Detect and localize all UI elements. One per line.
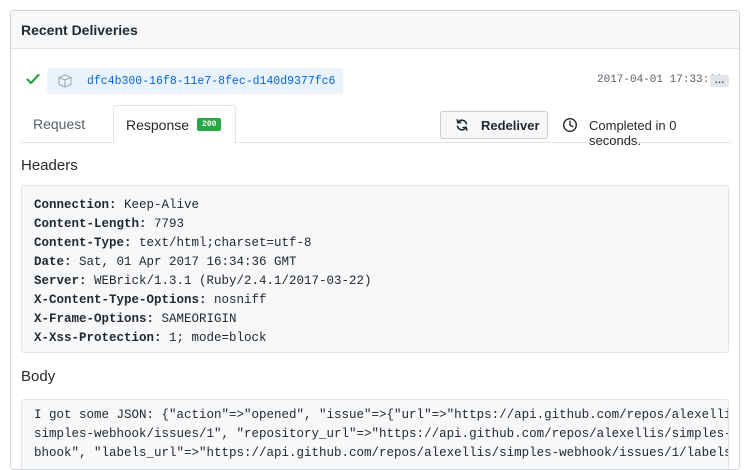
more-button[interactable]: … xyxy=(710,75,729,87)
panel-title: Recent Deliveries xyxy=(11,11,739,49)
headers-code-block: Connection: Keep-Alive Content-Length: 7… xyxy=(21,185,729,353)
header-line: Connection: Keep-Alive xyxy=(34,196,716,215)
delivery-row[interactable]: dfc4b300-16f8-11e7-8fec-d140d9377fc6 201… xyxy=(11,67,739,95)
header-value: Keep-Alive xyxy=(116,198,200,212)
header-line: X-Frame-Options: SAMEORIGIN xyxy=(34,310,716,329)
header-value: 7793 xyxy=(146,217,185,231)
header-line: Date: Sat, 01 Apr 2017 16:34:36 GMT xyxy=(34,253,716,272)
header-value: WEBrick/1.3.1 (Ruby/2.4.1/2017-03-22) xyxy=(86,274,372,288)
header-key: X-Frame-Options: xyxy=(34,312,155,326)
delivery-guid[interactable]: dfc4b300-16f8-11e7-8fec-d140d9377fc6 xyxy=(87,75,335,88)
header-line: X-Xss-Protection: 1; mode=block xyxy=(34,329,716,348)
header-key: Content-Type: xyxy=(34,236,132,250)
redeliver-button[interactable]: Redeliver xyxy=(440,111,548,139)
delivery-tabs: Request Response 200 Redeliver Completed… xyxy=(21,105,731,148)
body-line: bhook", "labels_url"=>"https://api.githu… xyxy=(34,446,729,460)
delivery-timestamp: 2017-04-01 17:33:02 xyxy=(597,74,723,86)
package-icon xyxy=(58,74,72,88)
header-line: Content-Length: 7793 xyxy=(34,215,716,234)
tab-response[interactable]: Response 200 xyxy=(113,105,236,144)
header-key: Connection: xyxy=(34,198,117,212)
header-value: 1; mode=block xyxy=(161,331,267,345)
body-line: I got some JSON: {"action"=>"opened", "i… xyxy=(34,408,729,422)
clock-icon xyxy=(562,117,578,133)
header-value: nosniff xyxy=(206,293,267,307)
header-line: Content-Type: text/html;charset=utf-8 xyxy=(34,234,716,253)
body-code-block: I got some JSON: {"action"=>"opened", "i… xyxy=(21,399,729,469)
body-heading: Body xyxy=(21,368,56,385)
headers-heading: Headers xyxy=(21,157,78,174)
delivery-guid-link[interactable]: dfc4b300-16f8-11e7-8fec-d140d9377fc6 xyxy=(47,68,344,94)
body-line: simples-webhook/issues/1", "repository_u… xyxy=(34,427,729,441)
header-line: X-Content-Type-Options: nosniff xyxy=(34,291,716,310)
header-value: SAMEORIGIN xyxy=(154,312,237,326)
recent-deliveries-panel: Recent Deliveries dfc4b300-16f8-11e7-8fe… xyxy=(10,10,740,470)
header-line: Server: WEBrick/1.3.1 (Ruby/2.4.1/2017-0… xyxy=(34,272,716,291)
tab-request-label: Request xyxy=(33,116,86,132)
header-key: Date: xyxy=(34,255,72,269)
tab-response-label: Response xyxy=(126,116,190,133)
header-key: Content-Length: xyxy=(34,217,147,231)
header-key: X-Content-Type-Options: xyxy=(34,293,207,307)
completed-duration: Completed in 0 seconds. xyxy=(589,118,677,148)
header-key: X-Xss-Protection: xyxy=(34,331,162,345)
status-badge: 200 xyxy=(197,118,222,131)
check-icon xyxy=(26,73,40,85)
header-value: text/html;charset=utf-8 xyxy=(131,236,312,250)
header-key: Server: xyxy=(34,274,87,288)
redeliver-label: Redeliver xyxy=(481,117,540,133)
tab-request[interactable]: Request xyxy=(21,105,113,143)
sync-icon xyxy=(456,119,468,131)
header-value: Sat, 01 Apr 2017 16:34:36 GMT xyxy=(71,255,297,269)
